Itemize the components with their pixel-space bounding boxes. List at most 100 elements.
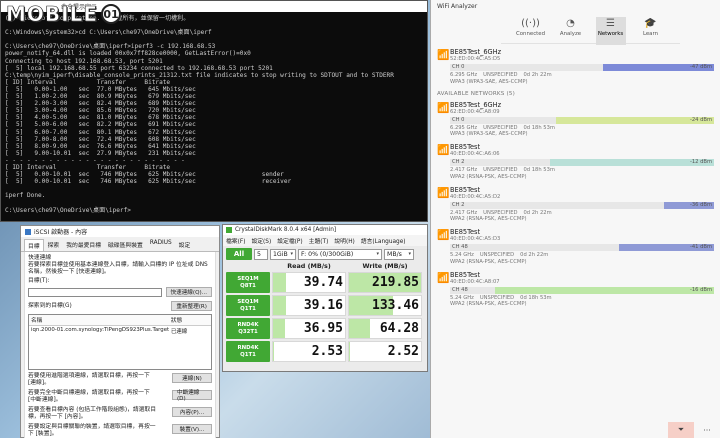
crystaldiskmark-window[interactable]: CrystalDiskMark 8.0.4 x64 [Admin] 檔案(F) 設… bbox=[222, 224, 428, 372]
action-button[interactable]: 中斷連線(D) bbox=[172, 390, 212, 402]
target-status-cell: 已連線 bbox=[171, 329, 188, 335]
read-result-cell: 36.95 bbox=[272, 318, 346, 339]
grid-header-status[interactable]: 狀態 bbox=[169, 315, 184, 325]
read-result-value: 39.16 bbox=[303, 298, 343, 313]
all-button[interactable]: All bbox=[226, 248, 252, 260]
target-input[interactable] bbox=[28, 287, 162, 297]
network-item[interactable]: 📶 BE85Test 40:ED:00:4C:A5:D2 CH 2 -36 dBm 2.4… bbox=[437, 186, 714, 222]
cdm-menu-item[interactable]: 檔案(F) bbox=[226, 236, 245, 245]
read-result-cell: 39.16 bbox=[272, 295, 346, 316]
network-ssid: BE85Test_6GHz bbox=[450, 48, 502, 56]
network-details: BE85Test 40:ED:00:4C:A5:D2 CH 2 -36 dBm 2.41… bbox=[450, 186, 714, 222]
write-result-cell: 2.52 bbox=[348, 341, 422, 362]
terminal-line: [ 5] 4.00-5.00 sec 81.0 MBytes 678 Mbits… bbox=[5, 114, 196, 122]
network-details: BE85Test 40:ED:00:4C:A6:06 CH 2 -12 dBm 2.41… bbox=[450, 143, 714, 180]
terminal-window[interactable]: 命令提示字元 (c) Microsoft Corporation. 著作權所有，… bbox=[0, 0, 428, 222]
terminal-line: [ 5] 2.00-3.00 sec 82.4 MBytes 689 Mbits… bbox=[5, 100, 196, 108]
cdm-titlebar[interactable]: CrystalDiskMark 8.0.4 x64 [Admin] bbox=[223, 225, 427, 235]
table-row[interactable]: iqn.2000-01.com.synology:TiPengDS923Plus… bbox=[29, 326, 211, 336]
network-bssid: 40:ED:00:4C:A5:D2 bbox=[450, 193, 501, 200]
nav-connected[interactable]: ((·)) Connected bbox=[516, 17, 546, 45]
network-details: BE85Test 40:ED:00:4C:A5:D3 CH 48 -41 dBm 5.2… bbox=[450, 228, 714, 265]
network-channel-width: UNSPECIFIED bbox=[483, 72, 518, 78]
nav-learn[interactable]: 🎓 Learn bbox=[636, 17, 666, 45]
iscsi-properties-window[interactable]: iSCSI 啟動器 - 內容 目標 探索 我的最愛目標 磁碟區與裝置 RADIUS 設定 … bbox=[20, 225, 220, 438]
iscsi-title: iSCSI 啟動器 - 內容 bbox=[34, 229, 88, 236]
action-button[interactable]: 內容(P)... bbox=[172, 407, 212, 417]
tab-0[interactable]: 目標 bbox=[24, 239, 44, 251]
network-bssid: 40:ED:00:4C:A5:D3 bbox=[450, 236, 501, 242]
cdm-result-row: SEQ1M Q8T1 39.74 219.85 bbox=[223, 271, 427, 294]
iscsi-titlebar[interactable]: iSCSI 啟動器 - 內容 bbox=[21, 226, 219, 237]
test-button[interactable]: RND4K Q32T1 bbox=[226, 318, 270, 339]
analyze-icon: ◔ bbox=[566, 18, 575, 29]
test-button[interactable]: SEQ1M Q8T1 bbox=[226, 272, 270, 293]
iscsi-app-icon bbox=[25, 228, 31, 235]
network-channel: CH 48 bbox=[452, 286, 468, 293]
unit-select[interactable]: MB/s ▾ bbox=[384, 248, 414, 260]
cdm-menu-item[interactable]: 設定檔(P) bbox=[277, 236, 302, 245]
nav-analyze[interactable]: ◔ Analyze bbox=[556, 17, 586, 45]
action-button[interactable]: 裝置(V)... bbox=[172, 424, 212, 434]
nav-networks[interactable]: ☰ Networks bbox=[595, 17, 626, 45]
drive-select[interactable]: F: 0% (0/300GiB) ▾ bbox=[298, 248, 382, 260]
action-button[interactable]: 連線(N) bbox=[172, 373, 212, 383]
network-ssid: BE85Test bbox=[450, 143, 481, 151]
test-count-select[interactable]: 5 bbox=[254, 248, 268, 260]
test-button[interactable]: SEQ1M Q1T1 bbox=[226, 295, 270, 316]
test-queue: Q8T1 bbox=[240, 282, 256, 289]
terminal-line: - - - - - - - - - - - - - - - - - - - - … bbox=[5, 156, 185, 164]
wifi-analyzer-window[interactable]: WiFi Analyzer ((·)) Connected ◔ Analyze ☰ Net… bbox=[430, 0, 720, 438]
wifi-titlebar[interactable]: WiFi Analyzer bbox=[431, 0, 720, 12]
network-ssid: BE85Test_6GHz bbox=[450, 100, 502, 109]
tab-3[interactable]: 磁碟區與裝置 bbox=[105, 239, 146, 251]
iscsi-targets-panel: 快速連線 若要探索目標並使用基本連線登入目標，請輸入目標的 IP 位址或 DNS… bbox=[24, 252, 216, 438]
refresh-button[interactable]: 重新整理(R) bbox=[171, 301, 212, 311]
logo-badge: 01 bbox=[101, 4, 121, 24]
network-frequency: 5.24 GHz bbox=[450, 252, 474, 258]
network-item[interactable]: 📶 BE85Test_6GHz 62:ED:00:4C:A8:09 CH 0 -24 d… bbox=[437, 100, 714, 137]
terminal-line: iperf Done. bbox=[5, 192, 46, 200]
terminal-line: Connecting to host 192.168.68.53, port 5… bbox=[5, 57, 163, 65]
grid-header-name[interactable]: 名稱 bbox=[29, 315, 169, 325]
nav-label: Analyze bbox=[559, 31, 582, 37]
targets-grid[interactable]: 名稱 狀態 iqn.2000-01.com.synology:TiPengDS9… bbox=[28, 314, 212, 370]
network-ssid: BE85Test bbox=[450, 228, 481, 236]
targets-grid-header: 名稱 狀態 bbox=[29, 315, 211, 326]
test-queue: Q1T1 bbox=[240, 351, 256, 358]
read-result-bar bbox=[273, 342, 275, 361]
action-row: 若要完全中斷目標連線，請選取目標，再按一下 [中斷連線]。 中斷連線(D) bbox=[28, 390, 212, 404]
tab-1[interactable]: 探索 bbox=[45, 239, 63, 251]
tab-5[interactable]: 設定 bbox=[176, 239, 194, 251]
cdm-menu-item[interactable]: 設定(S) bbox=[251, 236, 271, 245]
network-dbm: -24 dBm bbox=[689, 116, 712, 123]
write-result-value: 64.28 bbox=[379, 321, 419, 336]
terminal-output[interactable]: (c) Microsoft Corporation. 著作權所有，並保留一切權利… bbox=[1, 12, 427, 222]
action-row: 若要使用進階選項連線，請選取目標，再按一下 [連線]。 連線(N) bbox=[28, 373, 212, 387]
quick-connect-button[interactable]: 快速連線(Q)... bbox=[165, 287, 212, 297]
network-uptime: 0d 2h 22m bbox=[523, 72, 552, 78]
test-size-select[interactable]: 1GiB ▾ bbox=[270, 248, 296, 260]
network-item[interactable]: 📶 BE85Test 40:ED:00:4C:A5:D3 CH 48 -41 dBm 5.… bbox=[437, 228, 714, 265]
terminal-line: C:\Users\che97\OneDrive\桌面\iperf> bbox=[5, 206, 131, 214]
network-channel: CH 48 bbox=[452, 244, 468, 250]
wifi-network-list[interactable]: 📶 BE85Test_6GHz 52:ED:00:4C:A5:D5 CH 0 -47 d… bbox=[431, 44, 720, 317]
network-item[interactable]: 📶 BE85Test_6GHz 52:ED:00:4C:A5:D5 CH 0 -47 d… bbox=[437, 48, 714, 85]
cdm-menu-item[interactable]: 說明(H) bbox=[334, 236, 354, 245]
filter-icon[interactable]: ⏷ bbox=[668, 422, 694, 438]
tab-2[interactable]: 我的最愛目標 bbox=[63, 239, 104, 251]
read-header: Read (MB/s) bbox=[287, 262, 331, 270]
test-button[interactable]: RND4K Q1T1 bbox=[226, 341, 270, 362]
target-label: 目標(T): bbox=[28, 278, 50, 284]
tab-4[interactable]: RADIUS bbox=[147, 239, 175, 251]
network-item[interactable]: 📶 BE85Test 40:ED:00:4C:A6:06 CH 2 -12 dBm 2.4… bbox=[437, 143, 714, 180]
available-networks-heading: AVAILABLE NETWORKS (5) bbox=[437, 90, 516, 97]
target-name-cell: iqn.2000-01.com.synology:TiPengDS923Plus… bbox=[31, 327, 169, 333]
cdm-menu-item[interactable]: 語言(Language) bbox=[361, 236, 406, 245]
more-icon[interactable]: ··· bbox=[694, 422, 720, 438]
network-details: BE85Test 40:ED:00:4C:A8:07 CH 48 -16 dBm 5.2… bbox=[450, 271, 714, 307]
network-item[interactable]: 📶 BE85Test 40:ED:00:4C:A8:07 CH 48 -16 dBm 5.… bbox=[437, 271, 714, 307]
cdm-menu-item[interactable]: 主題(T) bbox=[309, 236, 329, 245]
chevron-down-icon: ▾ bbox=[290, 251, 293, 257]
